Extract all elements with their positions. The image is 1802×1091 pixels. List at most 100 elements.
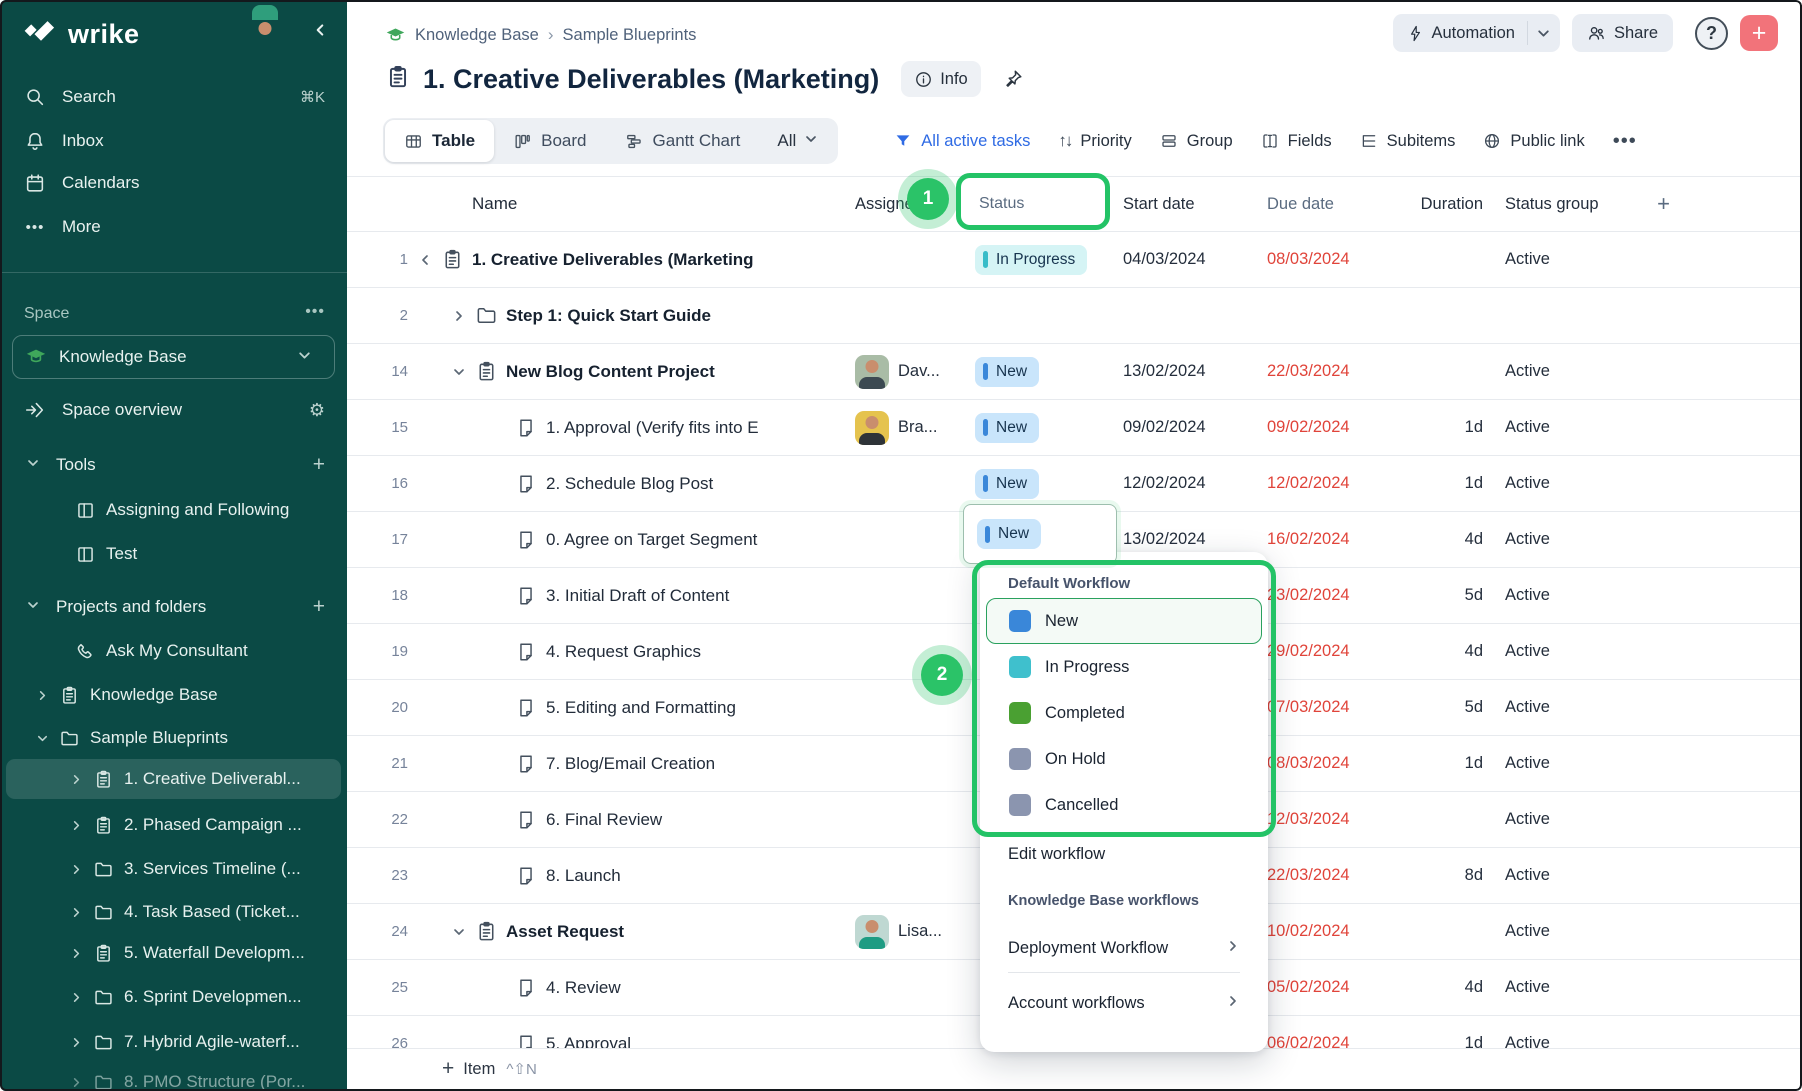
sidebar-item-hybrid-agile-waterfall[interactable]: 7. Hybrid Agile-waterf... — [6, 1022, 341, 1062]
chevron-right-icon[interactable] — [68, 906, 84, 919]
due-date[interactable]: 22/03/2024 — [1267, 362, 1405, 381]
chevron-right-icon[interactable] — [68, 1036, 84, 1049]
chevron-right-icon[interactable] — [68, 863, 84, 876]
due-date[interactable]: 10/02/2024 — [1267, 922, 1405, 941]
column-header-name[interactable]: Name — [408, 194, 850, 214]
assignee-cell[interactable]: Dav... — [850, 355, 975, 389]
task-name[interactable]: Asset Request — [506, 922, 624, 942]
status-option-in-progress[interactable]: In Progress — [986, 644, 1262, 690]
due-date[interactable]: 22/03/2024 — [1267, 866, 1405, 885]
more-options-icon[interactable]: ••• — [1613, 130, 1637, 153]
sidebar-item-creative-deliverables[interactable]: 1. Creative Deliverabl... — [6, 759, 341, 799]
sidebar-item-sprint-development[interactable]: 6. Sprint Developmen... — [6, 977, 341, 1017]
sidebar-item-space-overview[interactable]: Space overview ⚙ — [0, 392, 347, 428]
sidebar-item-assigning-and-following[interactable]: Assigning and Following — [6, 490, 341, 530]
status-cell[interactable]: New — [975, 469, 1123, 499]
chevron-down-icon[interactable] — [34, 732, 50, 745]
status-editor-cell[interactable]: New — [963, 504, 1117, 564]
chevron-right-icon[interactable] — [68, 819, 84, 832]
due-date[interactable]: 05/02/2024 — [1267, 978, 1405, 997]
column-header-status[interactable]: Status — [975, 195, 1123, 213]
status-option-completed[interactable]: Completed — [986, 690, 1262, 736]
filter-button[interactable]: All active tasks — [894, 132, 1030, 151]
task-name[interactable]: 8. Launch — [546, 866, 621, 886]
status-cell[interactable]: New — [975, 413, 1123, 443]
add-item-button[interactable]: + Item ^⇧N — [442, 1057, 537, 1081]
tab-table[interactable]: Table — [385, 120, 494, 162]
start-date[interactable]: 12/02/2024 — [1123, 474, 1267, 493]
tab-board[interactable]: Board — [494, 120, 605, 162]
sidebar-item-inbox[interactable]: Inbox — [0, 123, 347, 159]
task-name[interactable]: 4. Request Graphics — [546, 642, 701, 662]
table-row[interactable]: 1 1. Creative Deliverables (Marketing In… — [347, 232, 1802, 288]
status-option-new[interactable]: New — [986, 598, 1262, 644]
chevron-right-icon[interactable] — [34, 689, 50, 702]
chevron-right-icon[interactable] — [68, 1076, 84, 1089]
task-name[interactable]: 0. Agree on Target Segment — [546, 530, 757, 550]
sidebar-item-sample-blueprints[interactable]: Sample Blueprints — [6, 718, 341, 758]
sidebar-item-search[interactable]: Search ⌘K — [0, 79, 347, 115]
chevron-down-icon[interactable] — [448, 925, 470, 939]
add-project-icon[interactable]: + — [313, 595, 325, 619]
due-date[interactable]: 09/02/2024 — [1267, 418, 1405, 437]
chevron-right-icon[interactable] — [68, 991, 84, 1004]
task-name[interactable]: 7. Blog/Email Creation — [546, 754, 715, 774]
table-row[interactable]: 14 New Blog Content Project Dav... New 1… — [347, 344, 1802, 400]
deployment-workflow-item[interactable]: Deployment Workflow — [1008, 926, 1240, 970]
column-header-status-group[interactable]: Status group — [1483, 195, 1802, 214]
pin-icon[interactable] — [995, 61, 1031, 97]
gear-icon[interactable]: ⚙ — [309, 400, 325, 421]
automation-button[interactable]: Automation — [1393, 14, 1560, 52]
breadcrumb-knowledge-base[interactable]: Knowledge Base — [415, 26, 539, 45]
task-name[interactable]: 1. Approval (Verify fits into E — [546, 418, 759, 438]
status-option-on-hold[interactable]: On Hold — [986, 736, 1262, 782]
share-button[interactable]: Share — [1572, 14, 1673, 52]
table-row[interactable]: 2 Step 1: Quick Start Guide — [347, 288, 1802, 344]
start-date[interactable]: 09/02/2024 — [1123, 418, 1267, 437]
sidebar-item-more[interactable]: ••• More — [0, 209, 347, 245]
sidebar-item-pmo-structure[interactable]: 8. PMO Structure (Por... — [6, 1062, 341, 1091]
chevron-left-icon[interactable] — [414, 253, 436, 267]
start-date[interactable]: 13/02/2024 — [1123, 530, 1267, 549]
account-workflows-item[interactable]: Account workflows — [1008, 981, 1240, 1025]
space-selector[interactable]: Knowledge Base — [12, 335, 335, 379]
view-scope-dropdown[interactable]: All — [759, 131, 836, 151]
due-date[interactable]: 16/02/2024 — [1267, 530, 1405, 549]
public-link-button[interactable]: Public link — [1483, 132, 1584, 151]
due-date[interactable]: 08/03/2024 — [1267, 754, 1405, 773]
due-date[interactable]: 12/03/2024 — [1267, 810, 1405, 829]
chevron-down-icon[interactable] — [1528, 26, 1560, 41]
chevron-right-icon[interactable] — [68, 773, 84, 786]
group-button[interactable]: Group — [1160, 132, 1233, 151]
sidebar-item-phased-campaign[interactable]: 2. Phased Campaign ... — [6, 805, 341, 845]
task-name[interactable]: 5. Editing and Formatting — [546, 698, 736, 718]
status-cell[interactable]: In Progress — [975, 245, 1123, 275]
task-name[interactable]: 1. Creative Deliverables (Marketing — [472, 250, 754, 270]
help-button[interactable]: ? — [1695, 17, 1728, 50]
subitems-button[interactable]: Subitems — [1360, 132, 1456, 151]
assignee-cell[interactable]: Bra... — [850, 411, 975, 445]
section-projects-and-folders[interactable]: Projects and folders + — [0, 589, 347, 625]
edit-workflow-item[interactable]: Edit workflow — [1008, 834, 1268, 874]
column-header-start-date[interactable]: Start date — [1123, 195, 1267, 214]
add-column-icon[interactable]: + — [1657, 191, 1670, 217]
sidebar-item-waterfall-development[interactable]: 5. Waterfall Developm... — [6, 933, 341, 973]
sidebar-collapse-icon[interactable] — [312, 22, 338, 48]
sidebar-item-task-based[interactable]: 4. Task Based (Ticket... — [6, 892, 341, 932]
task-name[interactable]: 3. Initial Draft of Content — [546, 586, 729, 606]
assignee-cell[interactable]: Lisa... — [850, 915, 975, 949]
due-date[interactable]: 12/02/2024 — [1267, 474, 1405, 493]
task-name[interactable]: 5. Approval — [546, 1034, 631, 1049]
section-tools[interactable]: Tools + — [0, 447, 347, 483]
due-date[interactable]: 23/02/2024 — [1267, 586, 1405, 605]
info-button[interactable]: Info — [901, 61, 981, 97]
sidebar-item-knowledge-base[interactable]: Knowledge Base — [6, 675, 341, 715]
sidebar-item-ask-my-consultant[interactable]: Ask My Consultant — [6, 631, 341, 671]
start-date[interactable]: 04/03/2024 — [1123, 250, 1267, 269]
sort-priority-button[interactable]: ↑↓ Priority — [1058, 131, 1131, 151]
due-date[interactable]: 07/03/2024 — [1267, 698, 1405, 717]
add-tool-icon[interactable]: + — [313, 453, 325, 477]
chevron-right-icon[interactable] — [68, 947, 84, 960]
space-options-icon[interactable]: ••• — [305, 303, 325, 321]
chevron-right-icon[interactable] — [448, 309, 470, 323]
